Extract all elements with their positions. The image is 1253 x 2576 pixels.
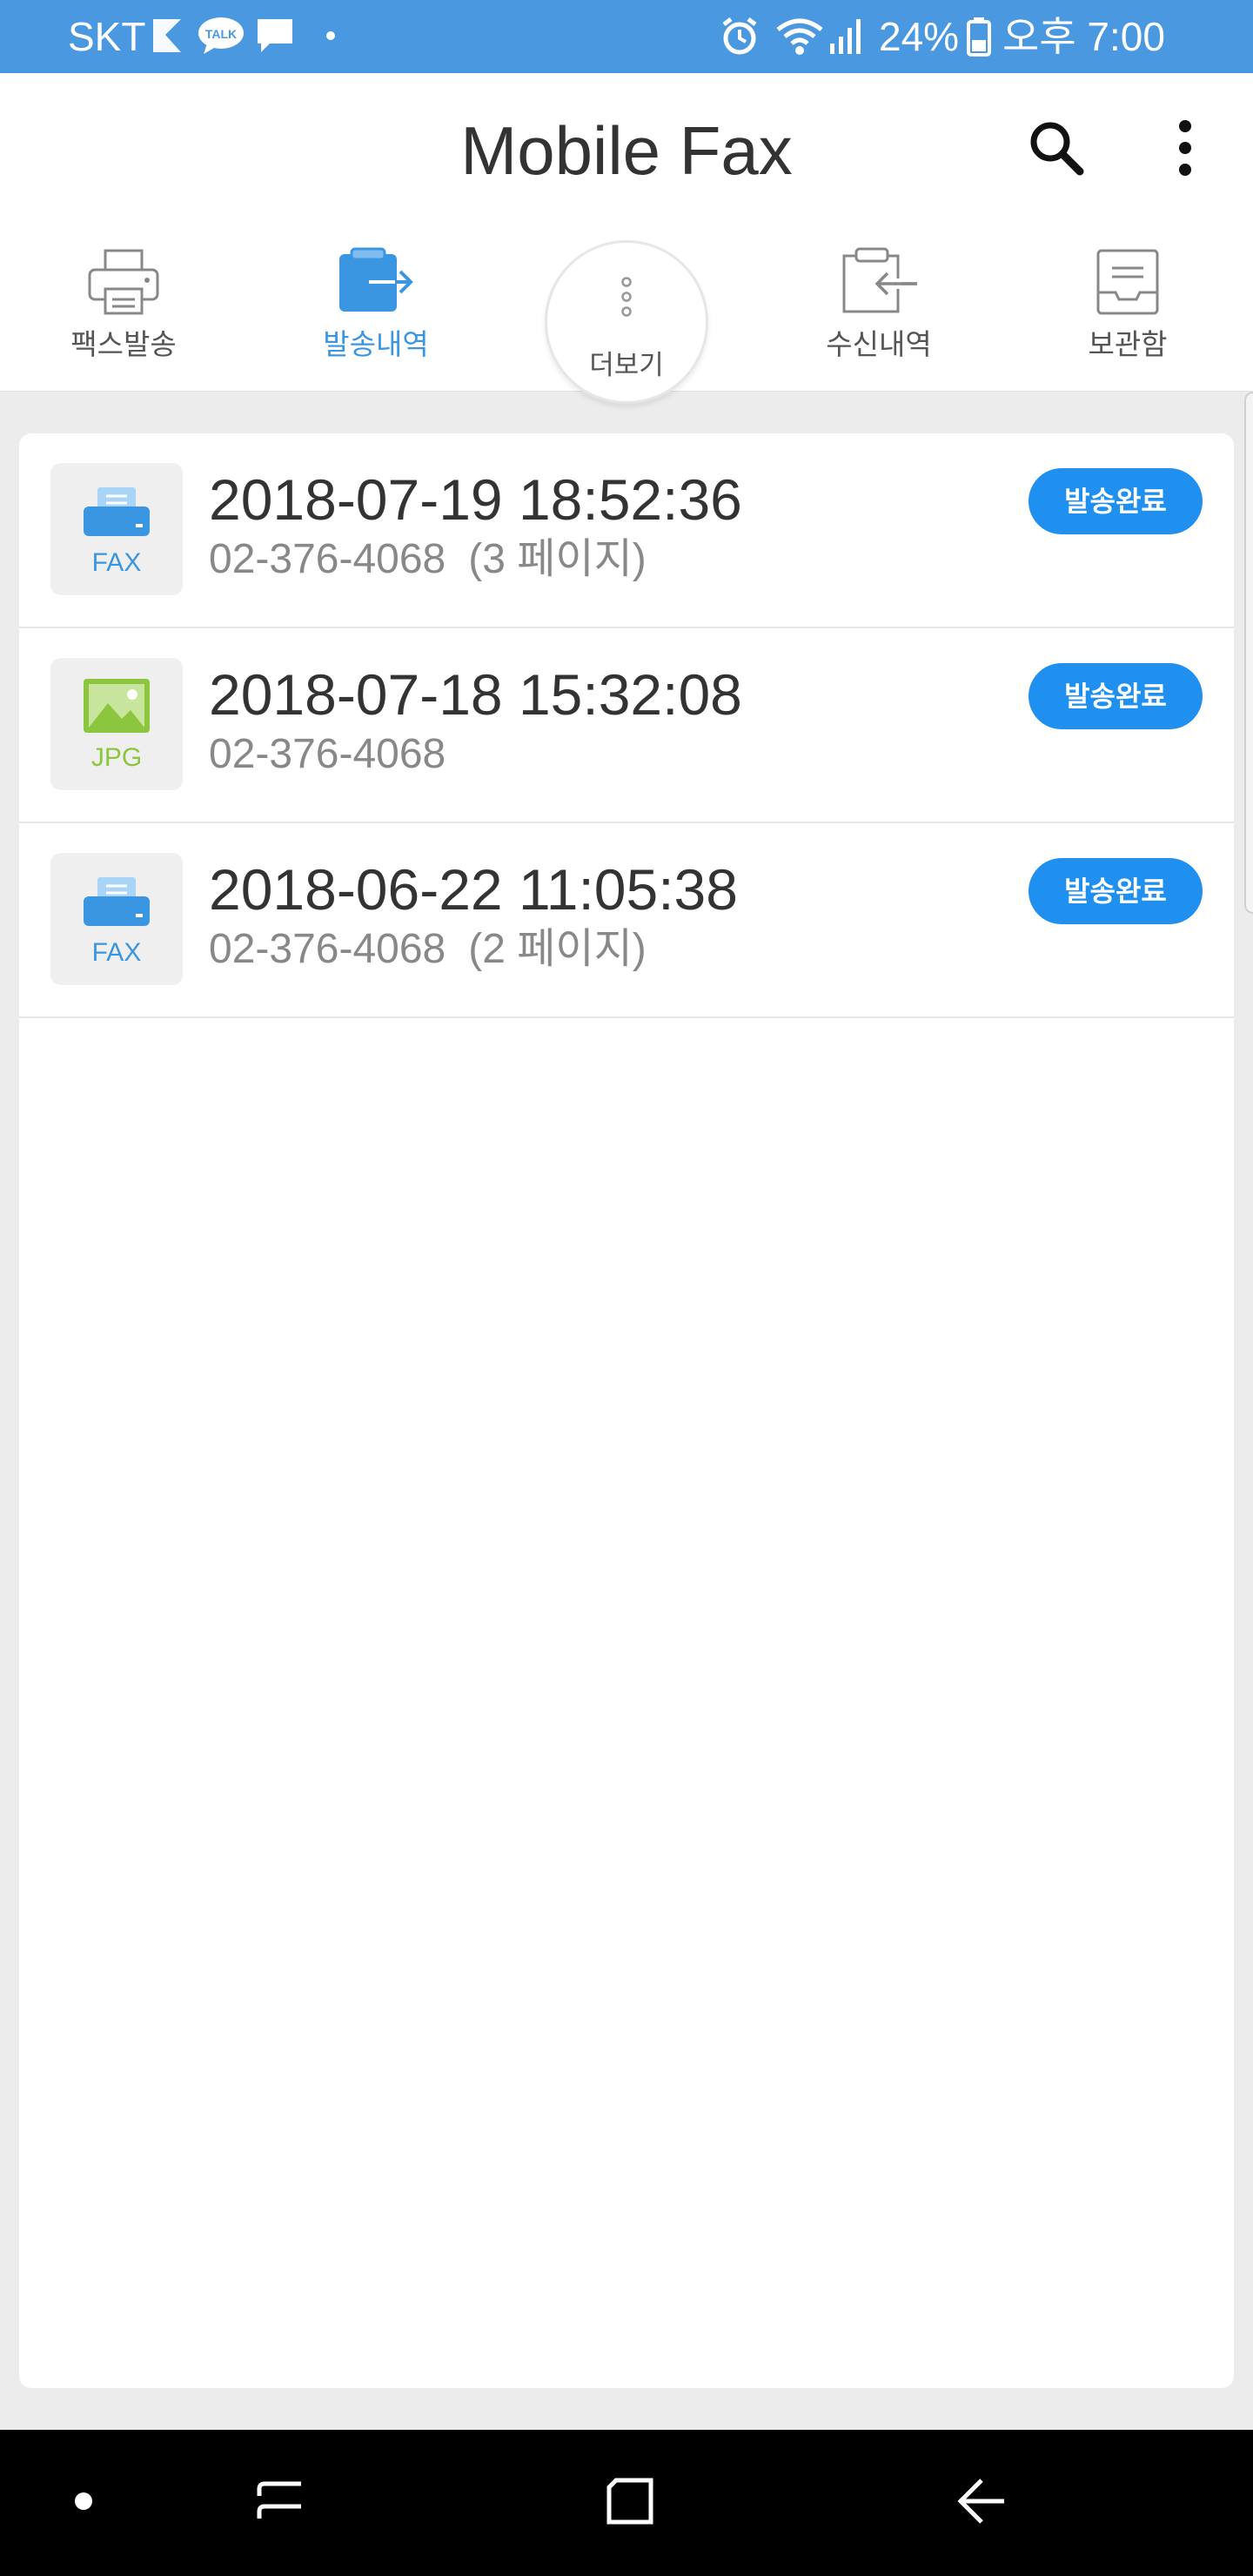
fax-details: 02-376-4068 (3 페이지) [209, 534, 647, 585]
fax-thumbnail: FAX [50, 463, 183, 595]
wifi-icon [774, 16, 825, 62]
battery-percent: 24% [879, 14, 960, 59]
page-count: (2 페이지) [468, 926, 647, 972]
file-type-label: FAX [91, 548, 142, 577]
page-count: (3 페이지) [468, 536, 647, 582]
tab-sent-history[interactable]: 발송내역 [289, 247, 463, 378]
search-button[interactable] [1022, 115, 1091, 184]
more-dots-icon [620, 275, 633, 323]
home-button[interactable] [586, 2459, 673, 2546]
overflow-menu-icon [1176, 117, 1194, 183]
battery-icon [966, 16, 992, 62]
back-button[interactable] [938, 2459, 1025, 2546]
fax-icon [82, 486, 151, 542]
search-icon [1026, 117, 1087, 183]
tab-storage-label: 보관함 [1088, 328, 1168, 360]
status-badge: 발송완료 [1029, 858, 1203, 924]
received-history-icon [837, 247, 921, 321]
overflow-menu-button[interactable] [1150, 115, 1220, 184]
back-icon [955, 2475, 1008, 2532]
tab-storage[interactable]: 보관함 [1041, 247, 1215, 378]
tab-received-history-label: 수신내역 [826, 328, 932, 360]
fax-thumbnail: FAX [50, 853, 183, 985]
sent-datetime: 2018-07-19 18:52:36 [209, 467, 742, 532]
alarm-icon [719, 16, 761, 62]
sent-datetime: 2018-07-18 15:32:08 [209, 662, 742, 727]
fax-number: 02-376-4068 [209, 926, 446, 972]
file-type-label: FAX [91, 938, 142, 967]
status-bar: SKT TALK 24% 오후 7:00 [0, 0, 1253, 73]
talk-icon: TALK [197, 16, 245, 60]
printer-icon [84, 247, 163, 321]
app-bar: Mobile Fax [0, 73, 1253, 221]
fax-details: 02-376-4068 (2 페이지) [209, 924, 647, 975]
sent-datetime: 2018-06-22 11:05:38 [209, 857, 738, 922]
recent-apps-button[interactable] [237, 2459, 324, 2546]
fax-icon [82, 875, 151, 932]
list-item[interactable]: FAX 2018-06-22 11:05:38 02-376-4068 (2 페이… [19, 823, 1234, 1018]
sent-list: FAX 2018-07-19 18:52:36 02-376-4068 (3 페이… [19, 433, 1234, 2388]
dot-icon [73, 2491, 94, 2516]
fax-details: 02-376-4068 [209, 729, 446, 780]
svg-text:TALK: TALK [205, 27, 237, 41]
k-icon [150, 16, 184, 60]
scrollbar[interactable] [1244, 392, 1253, 914]
status-badge: 발송완료 [1029, 468, 1203, 534]
jpg-thumbnail: JPG [50, 658, 183, 790]
nav-dot-button[interactable] [40, 2459, 127, 2546]
storage-box-icon [1093, 247, 1163, 321]
fax-number: 02-376-4068 [209, 536, 446, 582]
tab-send-fax[interactable]: 팩스발송 [37, 247, 211, 378]
message-icon [254, 16, 296, 60]
more-button[interactable]: 더보기 [545, 240, 708, 414]
navigation-bar [0, 2430, 1253, 2576]
tab-send-fax-label: 팩스발송 [70, 328, 177, 360]
status-badge: 발송완료 [1029, 663, 1203, 729]
home-icon [604, 2475, 656, 2532]
list-item[interactable]: JPG 2018-07-18 15:32:08 02-376-4068 발송완료 [19, 628, 1234, 823]
sent-history-icon [334, 247, 418, 321]
carrier-label: SKT [68, 14, 146, 59]
image-icon [82, 677, 151, 739]
fax-number: 02-376-4068 [209, 731, 446, 777]
dot-icon [325, 30, 336, 45]
recent-apps-icon [254, 2475, 306, 2532]
more-label: 더보기 [589, 350, 664, 380]
tab-received-history[interactable]: 수신내역 [792, 247, 966, 378]
signal-icon [827, 16, 867, 62]
clock: 오후 7:00 [1002, 14, 1165, 59]
list-item[interactable]: FAX 2018-07-19 18:52:36 02-376-4068 (3 페이… [19, 433, 1234, 628]
tab-sent-history-label: 발송내역 [323, 328, 429, 360]
file-type-label: JPG [90, 743, 143, 772]
